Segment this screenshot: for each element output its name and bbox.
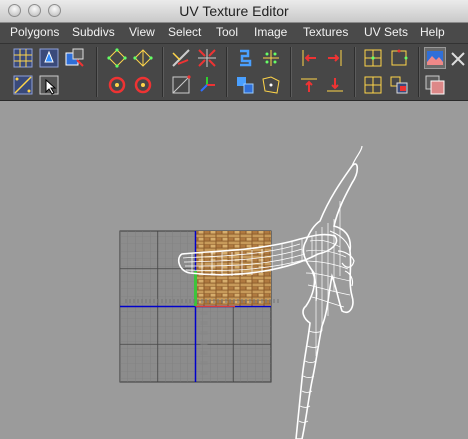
grid-toggle-icon[interactable] xyxy=(12,74,34,96)
align-right-icon[interactable] xyxy=(324,47,346,69)
relax-icon[interactable] xyxy=(260,74,282,96)
normalize-icon[interactable] xyxy=(170,74,192,96)
rotate-cw-icon[interactable] xyxy=(132,74,154,96)
unfold-icon[interactable] xyxy=(234,47,256,69)
toolbar-separator xyxy=(354,47,356,97)
texture-image xyxy=(196,231,271,306)
scale-uv-icon[interactable] xyxy=(64,47,86,69)
menu-view[interactable]: View xyxy=(129,25,155,39)
split-uv-icon[interactable] xyxy=(234,74,256,96)
cut-uv-icon[interactable] xyxy=(170,47,192,69)
layout-icon[interactable] xyxy=(260,47,282,69)
menu-bar: Polygons Subdivs View Select Tool Image … xyxy=(0,23,468,44)
flip-u-icon[interactable] xyxy=(106,47,128,69)
menu-uv-sets[interactable]: UV Sets xyxy=(364,25,408,39)
toolbar-separator xyxy=(96,47,98,97)
menu-tool[interactable]: Tool xyxy=(216,25,238,39)
toolbar-separator xyxy=(162,47,164,97)
align-top-icon[interactable] xyxy=(298,74,320,96)
flip-v-icon[interactable] xyxy=(132,47,154,69)
menu-select[interactable]: Select xyxy=(168,25,201,39)
texture-display-icon[interactable] xyxy=(424,47,446,69)
isolate-icon[interactable] xyxy=(388,74,410,96)
toolbar-separator xyxy=(226,47,228,97)
axis-icon[interactable] xyxy=(196,74,218,96)
expand-toolbar-icon[interactable] xyxy=(448,47,468,69)
sew-uv-icon[interactable] xyxy=(196,47,218,69)
menu-image[interactable]: Image xyxy=(254,25,287,39)
menu-help[interactable]: Help xyxy=(420,25,445,39)
align-left-icon[interactable] xyxy=(298,47,320,69)
align-bottom-icon[interactable] xyxy=(324,74,346,96)
window-title: UV Texture Editor xyxy=(179,3,289,19)
image-range-icon[interactable] xyxy=(424,74,446,96)
uv-viewport[interactable] xyxy=(0,101,468,439)
move-uv-icon[interactable] xyxy=(38,47,60,69)
unitize-icon[interactable] xyxy=(362,74,384,96)
title-bar[interactable]: UV Texture Editor xyxy=(0,0,468,23)
rotate-ccw-icon[interactable] xyxy=(106,74,128,96)
menu-textures[interactable]: Textures xyxy=(303,25,348,39)
menu-subdivs[interactable]: Subdivs xyxy=(72,25,115,39)
select-uv-icon[interactable] xyxy=(38,74,60,96)
snapshot-icon[interactable] xyxy=(362,47,384,69)
uv-grid xyxy=(119,230,280,383)
toolbar-separator xyxy=(290,47,292,97)
uv-texture-editor-window: UV Texture Editor Polygons Subdivs View … xyxy=(0,0,468,439)
tile-icon[interactable] xyxy=(388,47,410,69)
toolbar xyxy=(0,44,468,101)
uv-grid-icon[interactable] xyxy=(12,47,34,69)
toolbar-separator xyxy=(418,47,420,97)
menu-polygons[interactable]: Polygons xyxy=(10,25,59,39)
